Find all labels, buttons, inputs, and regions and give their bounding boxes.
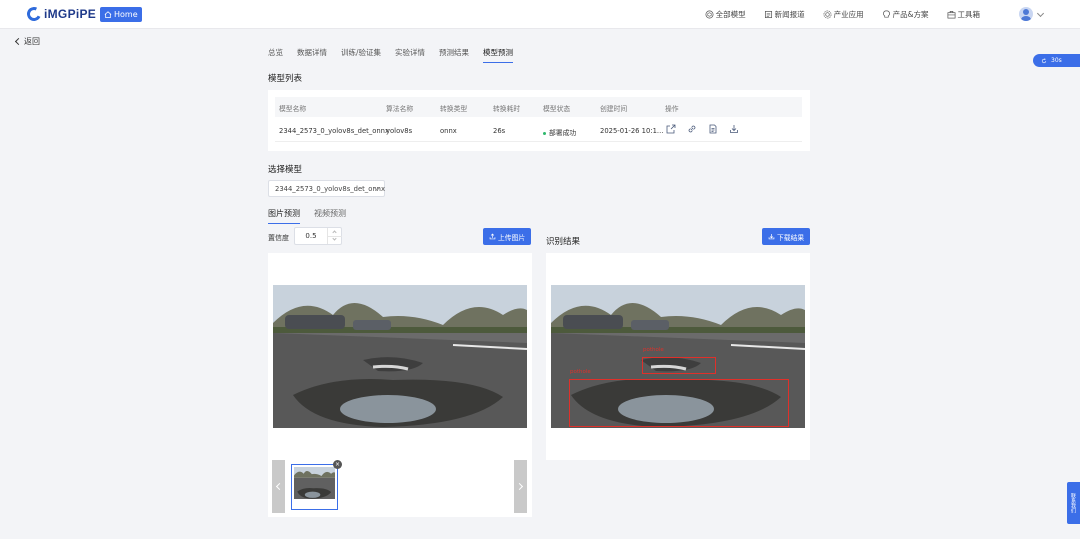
status-dot-icon	[543, 131, 546, 135]
cell-convert-type: onnx	[440, 127, 457, 135]
table-header: 模型名称 算法名称 转换类型 转换耗时 模型状态 创建时间 操作	[275, 97, 802, 117]
nav-item-industry[interactable]: 产业应用	[823, 9, 864, 20]
confidence-label: 置信度	[268, 234, 289, 242]
cell-status: 部署成功	[543, 127, 576, 137]
contact-us-tab[interactable]: 联系我们	[1067, 482, 1080, 524]
thumbnail-strip: ×	[272, 460, 527, 513]
nav-label: 产业应用	[833, 10, 864, 19]
upload-icon	[489, 233, 496, 240]
model-list-title: 模型列表	[268, 74, 303, 84]
nav-item-solutions[interactable]: 产品&方案	[882, 9, 929, 20]
tab-model-prediction[interactable]: 模型预测	[483, 47, 514, 63]
confidence-value[interactable]: 0.5	[301, 232, 321, 240]
col-status: 模型状态	[543, 105, 571, 113]
nav-label: 全部模型	[715, 10, 746, 19]
cell-algorithm: yolov8s	[386, 127, 413, 135]
stepper-arrows[interactable]	[327, 228, 342, 244]
detection-box	[569, 379, 789, 427]
scroll-right-button[interactable]	[514, 460, 527, 513]
timer-badge[interactable]: 30s	[1033, 54, 1080, 67]
cell-model-name: 2344_2573_0_yolov8s_det_onnx	[279, 127, 389, 135]
chevron-left-icon	[275, 482, 284, 491]
download-result-button[interactable]: 下载结果	[762, 228, 811, 245]
home-icon	[104, 11, 112, 18]
tab-train-val[interactable]: 训练/验证集	[341, 47, 381, 63]
input-road-image	[273, 285, 527, 428]
detection-label: pothole	[643, 347, 664, 353]
predict-tabs: 图片预测 视频预测	[268, 208, 346, 224]
nav-item-toolbox[interactable]: 工具箱	[947, 9, 981, 20]
result-image-panel: pothole pothole	[546, 253, 810, 460]
col-model-name: 模型名称	[279, 105, 307, 113]
col-created: 创建时间	[600, 105, 628, 113]
export-icon[interactable]	[666, 124, 676, 134]
cell-created: 2025-01-26 10:1...	[600, 127, 664, 135]
top-navbar: iMGPiPE Home 全部模型 新闻报道 产业应用 产品&方案 工具箱	[0, 0, 1080, 29]
chevron-right-icon	[515, 482, 524, 491]
tab-prediction-results[interactable]: 预测结果	[439, 47, 469, 63]
model-list-table: 模型名称 算法名称 转换类型 转换耗时 模型状态 创建时间 操作 2344_25…	[268, 90, 810, 151]
tab-overview[interactable]: 总览	[268, 47, 283, 63]
tab-image-predict[interactable]: 图片预测	[268, 208, 300, 224]
home-button[interactable]: Home	[100, 7, 142, 22]
tab-video-predict[interactable]: 视频预测	[314, 208, 346, 224]
logo-mark-icon	[25, 5, 43, 23]
main-nav: 全部模型 新闻报道 产业应用 产品&方案 工具箱	[705, 9, 980, 20]
download-label: 下载结果	[777, 233, 805, 242]
tab-data-details[interactable]: 数据详情	[297, 47, 327, 63]
detail-tabs: 总览 数据详情 训练/验证集 实验详情 预测结果 模型预测	[268, 47, 514, 63]
home-label: Home	[114, 10, 138, 19]
chevron-down-icon[interactable]	[1036, 9, 1045, 18]
select-model-title: 选择模型	[268, 165, 303, 175]
bulb-icon	[882, 10, 890, 18]
table-row: 2344_2573_0_yolov8s_det_onnx yolov8s onn…	[275, 120, 802, 142]
detection-box	[642, 357, 716, 374]
detection-label: pothole	[570, 369, 591, 375]
nav-item-all-models[interactable]: 全部模型	[705, 9, 746, 20]
col-convert-type: 转换类型	[440, 105, 468, 113]
gear-icon	[823, 10, 832, 19]
nav-item-news[interactable]: 新闻报道	[764, 9, 805, 20]
row-actions	[666, 124, 739, 134]
result-title: 识别结果	[546, 237, 581, 247]
refresh-icon	[1041, 57, 1047, 63]
chevron-left-icon	[14, 37, 23, 46]
confidence-stepper[interactable]: 0.5	[294, 227, 342, 245]
download-icon	[768, 234, 775, 240]
tab-experiment[interactable]: 实验详情	[395, 47, 425, 63]
col-actions: 操作	[665, 105, 679, 113]
nav-label: 产品&方案	[892, 10, 929, 19]
scroll-left-button[interactable]	[272, 460, 285, 513]
status-label: 部署成功	[549, 129, 577, 137]
thumbnail-item[interactable]	[291, 464, 338, 510]
close-icon[interactable]: ×	[333, 460, 342, 469]
news-icon	[764, 10, 772, 19]
upload-label: 上传图片	[498, 233, 526, 242]
download-icon[interactable]	[729, 124, 739, 134]
chevron-down-icon[interactable]	[332, 236, 337, 241]
back-label: 返回	[24, 37, 40, 46]
thumbnail-image	[294, 467, 335, 499]
col-algorithm: 算法名称	[386, 105, 414, 113]
link-icon[interactable]	[687, 124, 697, 134]
toolbox-icon	[947, 10, 955, 19]
document-icon[interactable]	[708, 124, 718, 134]
nav-label: 新闻报道	[774, 10, 805, 19]
logo[interactable]: iMGPiPE	[25, 5, 97, 23]
model-select[interactable]: 2344_2573_0_yolov8s_det_onnx	[268, 180, 385, 197]
cell-duration: 26s	[493, 127, 506, 135]
cube-icon	[705, 10, 714, 19]
upload-image-button[interactable]: 上传图片	[483, 228, 532, 245]
col-convert-duration: 转换耗时	[493, 105, 521, 113]
nav-label: 工具箱	[957, 10, 981, 19]
chevron-up-icon[interactable]	[332, 230, 337, 235]
model-select-value: 2344_2573_0_yolov8s_det_onnx	[275, 185, 385, 193]
avatar[interactable]	[1019, 7, 1033, 21]
logo-text: iMGPiPE	[44, 7, 97, 21]
input-image-panel: ×	[268, 253, 532, 517]
timer-label: 30s	[1051, 57, 1062, 64]
result-road-image: pothole pothole	[551, 285, 805, 428]
back-link[interactable]: 返回	[14, 36, 40, 47]
